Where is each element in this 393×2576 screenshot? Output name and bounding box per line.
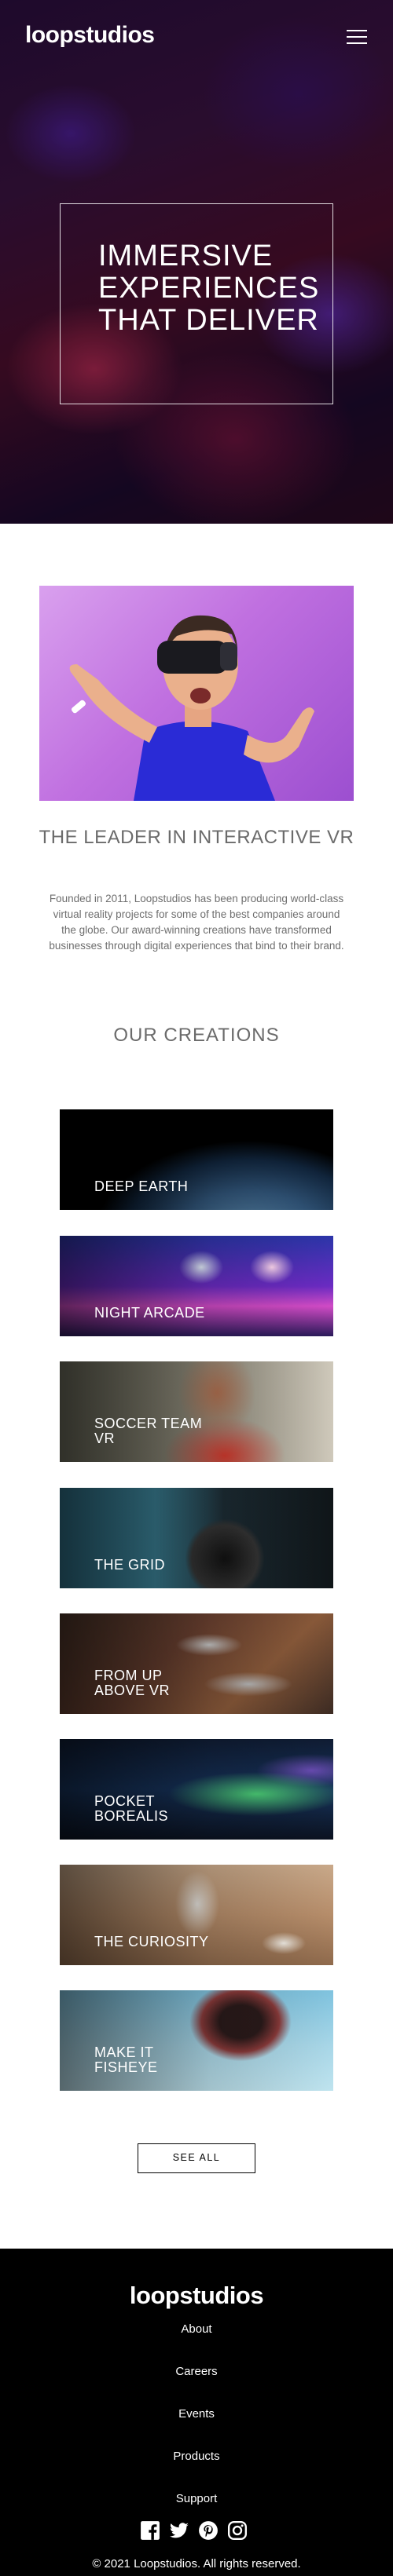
footer-link-support[interactable]: Support: [118, 2492, 275, 2505]
about-text: Founded in 2011, Loopstudios has been pr…: [49, 893, 344, 952]
about-heading: The leader in interactive VR: [39, 827, 354, 848]
creation-card-from-up-above[interactable]: From up above VR: [60, 1613, 333, 1714]
creation-shade: [60, 1739, 333, 1840]
copyright-text: © 2021 Loopstudios. All rights reserved.: [92, 2557, 301, 2571]
creation-shade: [60, 1236, 333, 1336]
creation-shade: [60, 1990, 333, 2091]
creation-label: From up above VR: [94, 1668, 171, 1698]
creation-label: Make it fisheye: [94, 2044, 158, 2075]
creation-card-soccer-team[interactable]: Soccer team VR: [60, 1361, 333, 1462]
creation-shade: [60, 1109, 333, 1210]
creation-card-make-it-fisheye[interactable]: Make it fisheye: [60, 1990, 333, 2091]
creations-heading: Our creations: [113, 1025, 280, 1046]
see-all-button[interactable]: SEE ALL: [138, 2143, 255, 2173]
footer-link-careers[interactable]: Careers: [118, 2365, 275, 2378]
creation-card-pocket-borealis[interactable]: Pocket borealis: [60, 1739, 333, 1840]
creation-label: The curiosity: [94, 1934, 209, 1949]
creation-shade: [60, 1488, 333, 1588]
hero-title-box: Immersive experiences that deliver: [60, 203, 333, 404]
creation-shade: [60, 1613, 333, 1714]
facebook-icon[interactable]: [140, 2520, 160, 2541]
hero-section: loopstudios Immersive experiences that d…: [0, 0, 393, 524]
twitter-icon[interactable]: [169, 2520, 189, 2541]
creation-label: Pocket borealis: [94, 1793, 169, 1824]
footer-link-about[interactable]: About: [118, 2322, 275, 2336]
footer-logo[interactable]: loopstudios: [0, 2282, 393, 2310]
creation-label: Soccer team VR: [94, 1416, 203, 1446]
hamburger-icon[interactable]: [347, 30, 367, 46]
creation-label: The grid: [94, 1557, 166, 1573]
creation-card-night-arcade[interactable]: Night arcade: [60, 1236, 333, 1336]
creation-shade: [60, 1865, 333, 1965]
footer-link-products[interactable]: Products: [118, 2450, 275, 2463]
creation-label: Night arcade: [94, 1305, 205, 1321]
instagram-icon[interactable]: [227, 2520, 248, 2541]
hero-title: Immersive experiences that deliver: [98, 239, 320, 337]
vr-man-image: [39, 586, 354, 801]
pinterest-icon[interactable]: [198, 2520, 219, 2541]
creation-label: Deep earth: [94, 1178, 189, 1194]
footer-link-events[interactable]: Events: [118, 2407, 275, 2421]
creation-card-deep-earth[interactable]: Deep earth: [60, 1109, 333, 1210]
creation-shade: [60, 1361, 333, 1462]
creation-card-the-curiosity[interactable]: The curiosity: [60, 1865, 333, 1965]
creation-card-the-grid[interactable]: The grid: [60, 1488, 333, 1588]
header-logo[interactable]: loopstudios: [25, 22, 155, 49]
